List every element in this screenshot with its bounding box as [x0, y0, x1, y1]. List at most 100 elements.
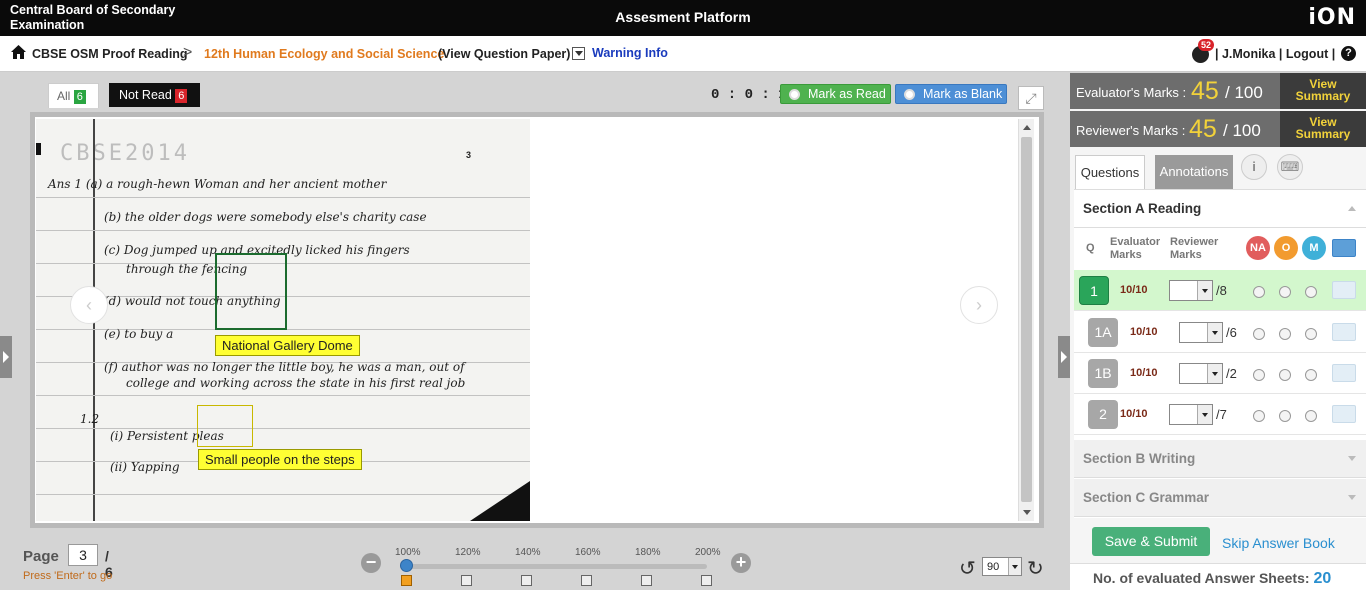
max-marks: /6 [1226, 325, 1237, 340]
zoom-slider-handle[interactable] [400, 559, 413, 572]
question-row-1a[interactable]: 1A 10/10 /6 [1074, 312, 1366, 353]
question-number[interactable]: 1B [1088, 359, 1118, 388]
zoom-slider-track[interactable] [405, 564, 707, 569]
sheet-rule [36, 494, 530, 495]
handwriting-line: (f) author was no longer the little boy,… [104, 360, 465, 374]
zoom-tick[interactable] [641, 575, 652, 586]
keyboard-icon[interactable]: ⌨ [1277, 154, 1303, 180]
zoom-tick[interactable] [701, 575, 712, 586]
o-radio[interactable] [1279, 369, 1291, 381]
reviewer-marks-select[interactable] [1179, 363, 1223, 384]
chevron-down-icon [1207, 323, 1222, 342]
tab-not-read-count: 6 [175, 89, 188, 103]
zoom-tick[interactable] [461, 575, 472, 586]
ion-logo: iON [1308, 5, 1356, 30]
tab-not-read[interactable]: Not Read 6 [109, 83, 200, 107]
save-submit-button[interactable]: Save & Submit [1092, 527, 1210, 556]
m-radio[interactable] [1305, 286, 1317, 298]
evaluator-score: 10/10 [1130, 326, 1158, 338]
annotation-label-1[interactable]: National Gallery Dome [215, 335, 360, 356]
rotate-left-icon[interactable]: ↺ [959, 556, 976, 581]
right-panel-toggle-icon[interactable] [1058, 336, 1070, 378]
fullscreen-expand-icon[interactable]: ⤢ [1018, 86, 1044, 110]
na-radio[interactable] [1253, 286, 1265, 298]
marking-panel: Evaluator's Marks : 45 / 100 View Summar… [1070, 73, 1366, 590]
col-reviewer-line-2: Marks [1170, 249, 1202, 261]
m-radio[interactable] [1305, 369, 1317, 381]
sheet-corner [470, 481, 530, 521]
skip-answer-book-link[interactable]: Skip Answer Book [1222, 535, 1335, 551]
info-icon[interactable]: i [1241, 154, 1267, 180]
evaluator-marks-value: 45 [1191, 77, 1219, 105]
zoom-in-icon[interactable]: + [731, 553, 751, 573]
question-number[interactable]: 1 [1079, 276, 1109, 305]
annotation-box-2[interactable] [197, 405, 253, 447]
breadcrumb-subject: 12th Human Ecology and Social Science [204, 47, 445, 61]
question-row-1b[interactable]: 1B 10/10 /2 [1074, 353, 1366, 394]
section-b-header[interactable]: Section B Writing [1074, 440, 1366, 478]
zoom-out-icon[interactable]: − [361, 553, 381, 573]
col-evaluator-line-2: Marks [1110, 249, 1142, 261]
col-reviewer-marks: Reviewer Marks [1170, 236, 1218, 262]
question-row-2[interactable]: 2 10/10 /7 [1074, 394, 1366, 435]
view-summary-line-2: Summary [1295, 89, 1351, 103]
viewer-scrollbar[interactable] [1018, 119, 1034, 521]
o-radio[interactable] [1279, 286, 1291, 298]
question-number[interactable]: 2 [1088, 400, 1118, 429]
annotation-label-2[interactable]: Small people on the steps [198, 449, 362, 470]
section-c-header[interactable]: Section C Grammar [1074, 479, 1366, 517]
zoom-level-label: 100% [395, 547, 421, 558]
view-summary-evaluator-button[interactable]: View Summary [1280, 73, 1366, 109]
zoom-tick[interactable] [521, 575, 532, 586]
annotation-box-1[interactable] [215, 253, 287, 330]
zoom-level-label: 200% [695, 547, 721, 558]
na-radio[interactable] [1253, 328, 1265, 340]
question-row-1[interactable]: 1 10/10 /8 [1074, 270, 1366, 311]
comment-icon[interactable] [1332, 281, 1356, 299]
reviewer-marks-select[interactable] [1169, 280, 1213, 301]
view-question-paper-link[interactable]: (View Question Paper) [438, 47, 570, 61]
warning-info-link[interactable]: Warning Info [592, 46, 668, 60]
left-panel-toggle-icon[interactable] [0, 336, 12, 378]
rotation-select[interactable]: 90 [982, 557, 1022, 576]
section-c-title: Section C Grammar [1083, 490, 1210, 505]
scroll-down-icon[interactable] [1023, 510, 1031, 515]
section-a-header[interactable]: Section A Reading [1074, 190, 1366, 228]
m-radio[interactable] [1305, 410, 1317, 422]
tab-annotations[interactable]: Annotations [1155, 155, 1233, 189]
notification-badge: 52 [1198, 39, 1215, 51]
tab-all-pages[interactable]: All 6 [48, 83, 99, 108]
max-marks: /2 [1226, 366, 1237, 381]
o-radio[interactable] [1279, 410, 1291, 422]
mark-as-read-button[interactable]: Mark as Read [780, 84, 891, 104]
na-radio[interactable] [1253, 369, 1265, 381]
page-number-input[interactable]: 3 [68, 544, 98, 566]
o-pill: O [1274, 236, 1298, 260]
na-radio[interactable] [1253, 410, 1265, 422]
rotate-right-icon[interactable]: ↻ [1027, 556, 1044, 581]
chevron-down-icon [1348, 456, 1356, 461]
comment-icon[interactable] [1332, 405, 1356, 423]
zoom-tick[interactable] [401, 575, 412, 586]
reviewer-marks-select[interactable] [1169, 404, 1213, 425]
user-logout-links[interactable]: | J.Monika | Logout | [1215, 47, 1335, 61]
view-summary-reviewer-button[interactable]: View Summary [1280, 111, 1366, 147]
tab-questions[interactable]: Questions [1075, 155, 1145, 189]
comment-icon[interactable] [1332, 323, 1356, 341]
question-paper-dropdown-icon[interactable] [572, 47, 585, 60]
help-icon[interactable]: ? [1341, 46, 1356, 61]
question-number[interactable]: 1A [1088, 318, 1118, 347]
scroll-up-icon[interactable] [1023, 125, 1031, 130]
m-radio[interactable] [1305, 328, 1317, 340]
breadcrumb-proof-reading[interactable]: CBSE OSM Proof Reading [32, 47, 188, 61]
mark-as-blank-button[interactable]: Mark as Blank [895, 84, 1007, 104]
o-radio[interactable] [1279, 328, 1291, 340]
previous-page-arrow-icon[interactable]: ‹ [70, 286, 108, 324]
scroll-thumb[interactable] [1021, 137, 1032, 502]
zoom-tick[interactable] [581, 575, 592, 586]
comment-icon[interactable] [1332, 364, 1356, 382]
home-icon[interactable] [10, 44, 27, 60]
evaluator-marks-total: / 100 [1225, 83, 1263, 102]
reviewer-marks-select[interactable] [1179, 322, 1223, 343]
next-page-arrow-icon[interactable]: › [960, 286, 998, 324]
